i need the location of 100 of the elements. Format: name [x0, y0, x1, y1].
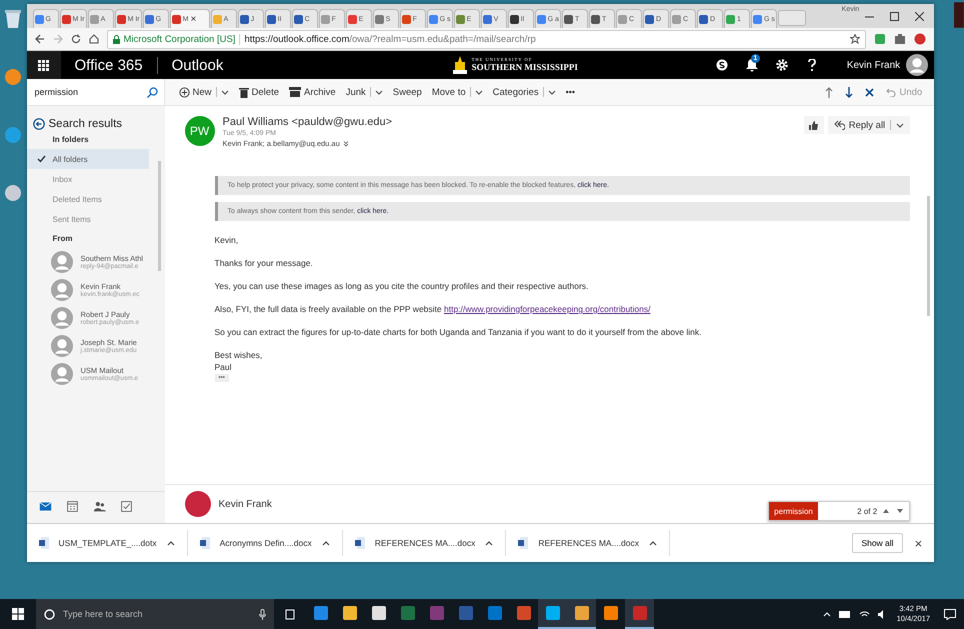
caret-icon [220, 90, 229, 94]
archive-icon [289, 87, 301, 97]
more-button[interactable]: ••• [566, 87, 576, 97]
app-launcher-button[interactable] [26, 51, 61, 79]
sender-avatar [184, 491, 211, 517]
caret-up-icon [166, 540, 175, 546]
signature-text: Paul [214, 362, 233, 372]
caret-icon [896, 122, 904, 128]
maximize-icon[interactable] [890, 12, 900, 20]
expand-icon[interactable] [342, 140, 349, 146]
windows-icon[interactable] [12, 608, 24, 620]
home-icon[interactable] [88, 34, 99, 44]
app-icon[interactable] [4, 184, 22, 202]
back-circle-icon[interactable] [32, 118, 45, 130]
show-all-button[interactable]: Show all [852, 533, 903, 553]
scrollbar[interactable] [158, 161, 161, 271]
back-icon[interactable] [34, 34, 45, 44]
settings-icon [776, 59, 788, 71]
battery-icon[interactable] [838, 610, 851, 618]
star-icon[interactable] [850, 34, 860, 44]
folder-item[interactable]: All folders [26, 149, 149, 169]
search-box[interactable]: permission [26, 79, 165, 105]
suite-title[interactable]: Office 365 [60, 56, 158, 74]
toolbar-button[interactable]: Archive [289, 86, 336, 98]
word-file-icon [200, 537, 210, 549]
close-button[interactable]: × [902, 536, 934, 550]
university-logo-icon [452, 56, 468, 74]
camera-icon[interactable] [894, 33, 906, 45]
like-button[interactable] [804, 116, 824, 134]
thumbs-up-icon [809, 120, 818, 130]
download-item[interactable]: REFERENCES MA....docx [506, 530, 670, 556]
sender-name: Kevin Frank [218, 498, 272, 510]
reload-icon[interactable] [70, 34, 81, 44]
caret-icon [474, 90, 483, 94]
previous-match-icon[interactable] [883, 509, 890, 513]
close-icon[interactable] [865, 88, 874, 96]
tab-close-button[interactable]: × [190, 14, 196, 24]
reply-all-icon [834, 120, 845, 130]
app-title[interactable]: Outlook [158, 56, 322, 74]
message-paragraph: Yes, you can use these images as long as you cite the country profiles and their respective authors. [214, 281, 590, 291]
toolbar-button[interactable]: Delete [238, 86, 279, 98]
taskbar-app[interactable] [567, 599, 596, 629]
extension-icon[interactable] [914, 33, 926, 45]
section-heading: In folders [52, 134, 90, 146]
taskbar-app[interactable] [625, 599, 654, 629]
help-icon [808, 59, 816, 71]
message-paragraph: Thanks for your message. [214, 258, 314, 268]
match-count: 2 of 2 [857, 506, 878, 516]
message-paragraph: Kevin, [214, 235, 240, 245]
avatar-icon [50, 307, 73, 329]
download-item[interactable]: USM_TEMPLATE_....dotx [26, 530, 188, 556]
people-icon[interactable] [92, 500, 106, 513]
chevron-up-icon[interactable] [822, 612, 831, 616]
lock-icon [112, 34, 120, 44]
download-item[interactable]: Acronymns Defin....docx [188, 530, 343, 556]
search-field[interactable]: permission [34, 87, 135, 97]
toolbar-button[interactable]: Categories [492, 86, 556, 98]
microphone-icon[interactable] [259, 608, 266, 620]
arrow-down-icon[interactable] [845, 86, 854, 98]
caret-up-icon [322, 540, 330, 546]
find-query[interactable]: permission [769, 502, 818, 520]
notifications-icon[interactable] [944, 608, 956, 620]
sender-name: Paul Williams <pauldw@gwu.edu> [222, 116, 394, 128]
website-link[interactable]: http://www.providingforpeacekeeping.org/contributions/ [444, 304, 650, 314]
toolbar-button[interactable]: Move to [432, 86, 483, 98]
caret-icon [374, 90, 383, 94]
task-view-icon[interactable] [284, 608, 296, 620]
caret-icon [548, 90, 556, 94]
undo-icon [886, 88, 896, 96]
toolbar-button[interactable]: Sweep [392, 86, 422, 98]
sender-avatar: PW [184, 116, 215, 146]
trash-icon [238, 86, 249, 98]
toolbar-button[interactable]: New [178, 86, 229, 98]
wifi-icon[interactable] [858, 610, 870, 618]
skype-icon [716, 59, 728, 71]
address-bar[interactable]: Microsoft Corporation [US] https://outlook.office.com/owa/?realm=usm.edu&path=/mail/search/rp [106, 30, 866, 48]
search-icon [146, 86, 158, 98]
calendar-icon[interactable] [66, 500, 79, 513]
next-match-icon[interactable] [897, 509, 904, 513]
taskbar-search-box[interactable]: Type here to search [36, 599, 274, 629]
checkbox-icon[interactable] [120, 500, 133, 513]
extension-icon[interactable] [874, 33, 886, 45]
reply-all-button[interactable]: Reply all [828, 116, 910, 134]
recycle-bin-icon[interactable] [4, 8, 22, 28]
url-text: https://outlook.office.com/owa/?realm=usm.edu&path=/mail/search/rp [244, 34, 536, 44]
toolbar-button[interactable]: Junk [346, 86, 383, 98]
avatar-icon [906, 54, 928, 76]
avatar-icon [50, 251, 73, 273]
search-circle-icon [44, 608, 55, 620]
word-file-icon [38, 537, 49, 549]
scrollbar[interactable] [927, 196, 930, 316]
avatar-icon [50, 363, 73, 385]
close-icon[interactable] [915, 12, 924, 20]
taskbar-app[interactable] [538, 599, 567, 629]
mail-icon[interactable] [38, 500, 52, 513]
word-file-icon [518, 537, 528, 549]
arrow-up-icon[interactable] [825, 86, 834, 98]
download-item[interactable]: REFERENCES MA....docx [342, 530, 506, 556]
caret-up-icon [485, 540, 494, 546]
taskbar-search-field[interactable]: Type here to search [63, 609, 251, 619]
